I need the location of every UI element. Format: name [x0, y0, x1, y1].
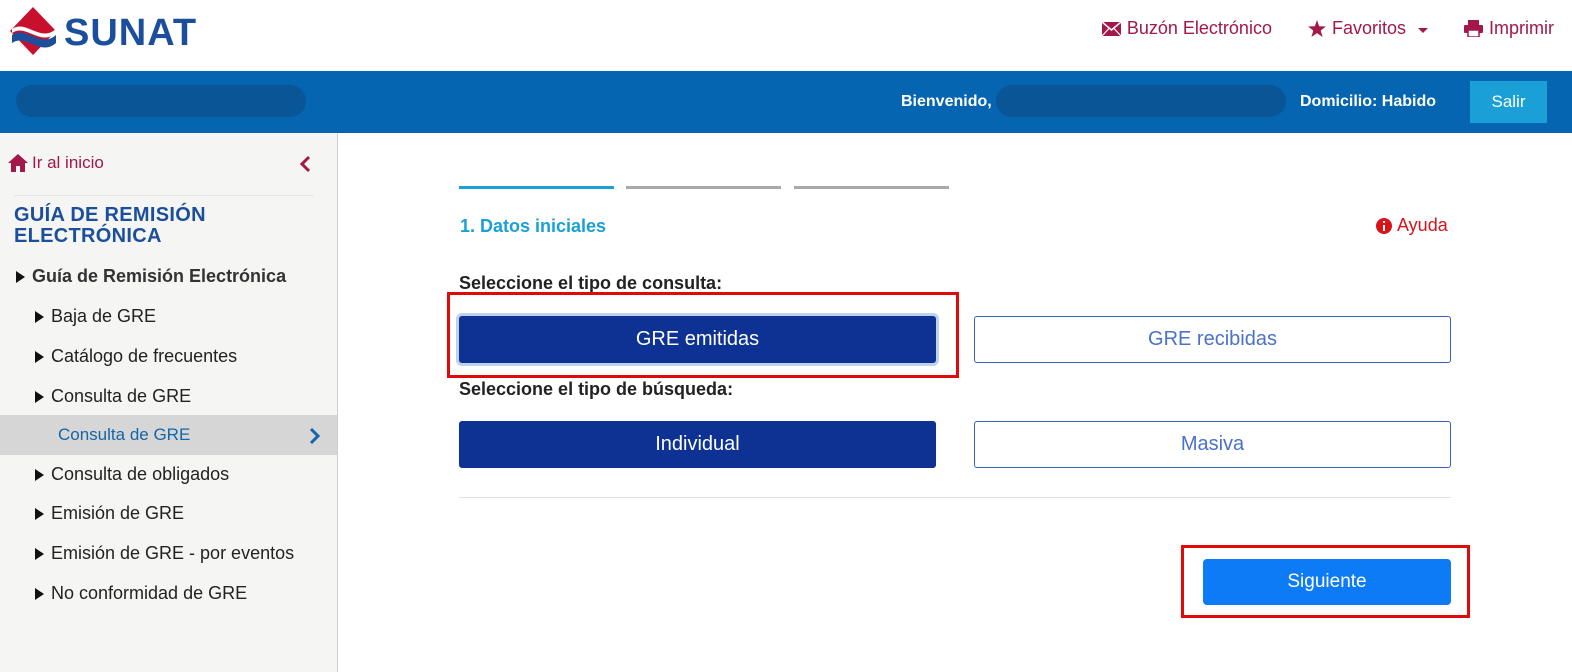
step-title: 1. Datos iniciales: [460, 216, 607, 236]
triangle-right-icon: [35, 310, 44, 323]
sidebar-item-label: Catálogo de frecuentes: [51, 346, 238, 366]
caret-down-icon: [1418, 27, 1428, 33]
help-link[interactable]: Ayuda: [1376, 215, 1448, 236]
sidebar-item-label: Emisión de GRE - por eventos: [51, 543, 295, 563]
busqueda-type-label: Seleccione el tipo de búsqueda:: [459, 379, 734, 399]
sidebar-item-catalogo[interactable]: Catálogo de frecuentes: [35, 346, 237, 367]
sidebar-item-obligados[interactable]: Consulta de obligados: [35, 464, 229, 485]
siguiente-button[interactable]: Siguiente: [1203, 559, 1451, 605]
sidebar-item-emision[interactable]: Emisión de GRE: [35, 503, 184, 524]
individual-button[interactable]: Individual: [459, 421, 936, 468]
sidebar-group-gre[interactable]: Guía de Remisión Electrónica: [16, 266, 286, 287]
sidebar-item-consulta-active[interactable]: Consulta de GRE: [0, 415, 337, 455]
triangle-right-icon: [35, 587, 44, 600]
sidebar-group-label: Guía de Remisión Electrónica: [32, 266, 287, 286]
favoritos-dropdown[interactable]: Favoritos: [1308, 18, 1428, 39]
sidebar-divider: [14, 195, 314, 196]
imprimir-label: Imprimir: [1489, 18, 1554, 38]
info-icon: [1376, 217, 1392, 234]
home-label: Ir al inicio: [32, 153, 104, 172]
welcome-label: Bienvenido,: [901, 93, 992, 110]
logout-button[interactable]: Salir: [1470, 81, 1547, 123]
sunat-logo[interactable]: SUNAT: [6, 4, 197, 62]
sidebar-item-emision-eventos[interactable]: Emisión de GRE - por eventos: [35, 543, 294, 564]
star-icon: [1308, 20, 1326, 37]
sidebar-item-label: Consulta de GRE: [51, 386, 192, 406]
gre-emitidas-button[interactable]: GRE emitidas: [459, 316, 936, 363]
step-indicator-3: [794, 186, 949, 189]
masiva-button[interactable]: Masiva: [974, 421, 1451, 468]
sidebar-item-label: Emisión de GRE: [51, 503, 185, 523]
triangle-right-icon: [35, 547, 44, 560]
triangle-right-icon: [35, 350, 44, 363]
step-indicator-1: [459, 186, 614, 189]
user-bar: Bienvenido, Domicilio: Habido Salir: [0, 71, 1572, 133]
printer-icon: [1464, 20, 1483, 37]
sidebar-active-label: Consulta de GRE: [58, 425, 191, 444]
home-link[interactable]: Ir al inicio: [8, 153, 104, 173]
triangle-right-icon: [16, 270, 25, 283]
redacted-user-name: [996, 85, 1286, 117]
logo-text: SUNAT: [64, 11, 198, 54]
redacted-user-id: [16, 85, 306, 117]
imprimir-link[interactable]: Imprimir: [1464, 18, 1554, 39]
content-divider: [459, 497, 1451, 498]
sidebar-item-label: Consulta de obligados: [51, 464, 230, 484]
header-links: Buzón Electrónico Favoritos Imprimir: [1101, 18, 1554, 39]
chevron-right-icon: [309, 427, 320, 445]
sidebar-section-title: GUÍA DE REMISIÓN ELECTRÓNICA: [14, 204, 206, 247]
buzon-label: Buzón Electrónico: [1126, 18, 1272, 38]
step-indicator-2: [626, 186, 781, 189]
triangle-right-icon: [35, 390, 44, 403]
chevron-left-icon[interactable]: [298, 155, 312, 173]
triangle-right-icon: [35, 468, 44, 481]
help-label: Ayuda: [1397, 215, 1448, 235]
sidebar-item-label: Baja de GRE: [51, 306, 157, 326]
sunat-diamond-icon: [10, 7, 56, 55]
envelope-icon: [1101, 21, 1121, 36]
favoritos-label: Favoritos: [1331, 18, 1406, 38]
gre-recibidas-button[interactable]: GRE recibidas: [974, 316, 1451, 363]
consulta-type-label: Seleccione el tipo de consulta:: [459, 273, 723, 293]
sidebar: Ir al inicio GUÍA DE REMISIÓN ELECTRÓNIC…: [0, 133, 338, 672]
sidebar-item-label: No conformidad de GRE: [51, 583, 248, 603]
home-icon: [8, 154, 28, 172]
top-header: SUNAT Buzón Electrónico Favoritos Imprim…: [0, 0, 1572, 71]
buzon-electronico-link[interactable]: Buzón Electrónico: [1101, 18, 1272, 39]
sidebar-item-baja[interactable]: Baja de GRE: [35, 306, 156, 327]
sidebar-item-no-conformidad[interactable]: No conformidad de GRE: [35, 583, 247, 604]
triangle-right-icon: [35, 507, 44, 520]
domicilio-status: Domicilio: Habido: [1300, 93, 1436, 110]
sidebar-item-consulta[interactable]: Consulta de GRE: [35, 386, 191, 407]
